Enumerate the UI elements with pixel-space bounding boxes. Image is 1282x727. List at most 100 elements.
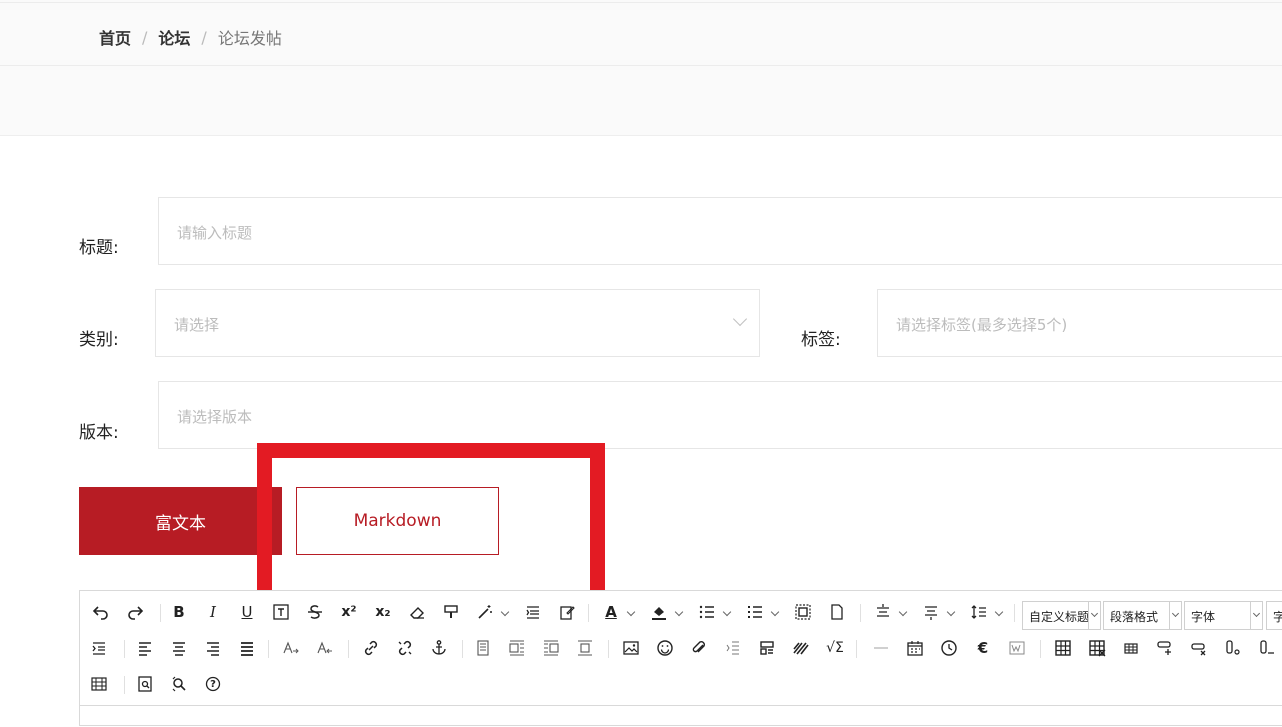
merge-cells-icon[interactable] (86, 671, 112, 697)
text-direction-ltr-icon[interactable] (278, 635, 304, 661)
toolbar-divider (124, 676, 125, 694)
tags-select[interactable]: 请选择标签(最多选择5个) (877, 289, 1282, 357)
bold-icon[interactable]: B (166, 599, 192, 625)
custom-heading-select[interactable]: 自定义标题 (1022, 601, 1101, 630)
line-height-icon[interactable] (966, 599, 992, 625)
emoji-icon[interactable] (652, 635, 678, 661)
delete-row-icon[interactable] (1186, 635, 1212, 661)
background-color-icon[interactable] (646, 599, 672, 625)
template-icon[interactable] (754, 635, 780, 661)
editor-content-area[interactable] (80, 705, 1282, 727)
select-all-icon[interactable] (790, 599, 816, 625)
quote-block-icon[interactable] (520, 599, 546, 625)
breadcrumb-separator: / (201, 27, 207, 47)
chevron-down-icon[interactable] (626, 607, 636, 617)
special-characters-icon[interactable]: € (970, 635, 996, 661)
redo-icon[interactable] (122, 599, 148, 625)
page-break-icon[interactable] (720, 635, 746, 661)
row-spacing-bottom-icon[interactable] (918, 599, 944, 625)
rich-text-button[interactable]: 富文本 (79, 487, 282, 555)
page-header: 首页 / 论坛 / 论坛发帖 (0, 0, 1282, 136)
category-placeholder: 请选择 (174, 316, 220, 334)
paste-plain-icon[interactable] (554, 599, 580, 625)
image-none-icon[interactable] (470, 635, 496, 661)
font-color-icon[interactable]: A (598, 599, 624, 625)
insert-paragraph-before-table-icon[interactable] (1118, 635, 1144, 661)
unlink-icon[interactable] (392, 635, 418, 661)
date-icon[interactable] (902, 635, 928, 661)
image-right-icon[interactable] (538, 635, 564, 661)
version-placeholder: 请选择版本 (177, 408, 253, 426)
font-size-value: 字 (1273, 610, 1282, 624)
ordered-list-icon[interactable] (694, 599, 720, 625)
italic-icon[interactable]: I (200, 599, 226, 625)
align-right-icon[interactable] (200, 635, 226, 661)
delete-table-icon[interactable] (1084, 635, 1110, 661)
markdown-button[interactable]: Markdown (296, 487, 499, 555)
toolbar-divider (1040, 640, 1041, 658)
image-left-icon[interactable] (504, 635, 530, 661)
align-left-icon[interactable] (132, 635, 158, 661)
category-select[interactable]: 请选择 (155, 289, 760, 357)
formula-icon[interactable]: √Σ (822, 635, 848, 661)
insert-column-icon[interactable] (1220, 635, 1246, 661)
link-icon[interactable] (358, 635, 384, 661)
toolbar-divider (268, 640, 269, 658)
breadcrumb-home[interactable]: 首页 (99, 25, 131, 49)
clear-document-icon[interactable] (824, 599, 850, 625)
border-text-icon[interactable] (268, 599, 294, 625)
version-select[interactable]: 请选择版本 (158, 381, 1282, 449)
align-center-icon[interactable] (166, 635, 192, 661)
chevron-down-icon[interactable] (722, 607, 732, 617)
insert-row-icon[interactable] (1152, 635, 1178, 661)
tags-placeholder: 请选择标签(最多选择5个) (896, 316, 1068, 334)
chevron-down-icon[interactable] (994, 607, 1004, 617)
font-size-select[interactable]: 字 (1266, 601, 1282, 630)
attachment-icon[interactable] (686, 635, 712, 661)
chevron-down-icon (1169, 602, 1181, 629)
title-input[interactable]: 请输入标题 (158, 197, 1282, 265)
insert-image-icon[interactable] (618, 635, 644, 661)
chevron-down-icon[interactable] (500, 607, 510, 617)
toolbar-divider (588, 604, 589, 622)
help-icon[interactable]: ? (200, 671, 226, 697)
insert-table-icon[interactable] (1050, 635, 1076, 661)
horizontal-rule-icon[interactable] (868, 635, 894, 661)
subscript-icon[interactable]: x₂ (370, 599, 396, 625)
align-justify-icon[interactable] (234, 635, 260, 661)
chevron-down-icon[interactable] (946, 607, 956, 617)
paragraph-format-select[interactable]: 段落格式 (1103, 601, 1182, 630)
chevron-down-icon[interactable] (674, 607, 684, 617)
unordered-list-icon[interactable] (742, 599, 768, 625)
title-placeholder: 请输入标题 (177, 224, 253, 242)
magic-wand-icon[interactable] (472, 599, 498, 625)
word-image-icon[interactable] (1004, 635, 1030, 661)
row-spacing-top-icon[interactable] (870, 599, 896, 625)
toolbar-divider (608, 640, 609, 658)
rich-text-editor: B I U x² x₂ A 自定义标题 段落格式 字体 √Σ € ? (79, 590, 1282, 726)
indent-icon[interactable] (86, 635, 112, 661)
version-label: 版本: (79, 423, 119, 443)
search-replace-icon[interactable] (166, 671, 192, 697)
underline-icon[interactable]: U (234, 599, 260, 625)
undo-icon[interactable] (88, 599, 114, 625)
font-family-select[interactable]: 字体 (1184, 601, 1263, 630)
toolbar-divider (1014, 604, 1015, 622)
anchor-icon[interactable] (426, 635, 452, 661)
toolbar-divider (160, 604, 161, 622)
superscript-icon[interactable]: x² (336, 599, 362, 625)
eraser-icon[interactable] (404, 599, 430, 625)
custom-heading-value: 自定义标题 (1029, 610, 1090, 624)
text-direction-rtl-icon[interactable] (312, 635, 338, 661)
chevron-down-icon[interactable] (898, 607, 908, 617)
format-painter-icon[interactable] (438, 599, 464, 625)
background-pattern-icon[interactable] (788, 635, 814, 661)
preview-icon[interactable] (132, 671, 158, 697)
clock-icon[interactable] (936, 635, 962, 661)
strikethrough-icon[interactable] (302, 599, 328, 625)
delete-column-icon[interactable] (1254, 635, 1280, 661)
toolbar-divider (462, 640, 463, 658)
image-center-icon[interactable] (572, 635, 598, 661)
chevron-down-icon[interactable] (770, 607, 780, 617)
breadcrumb-forum[interactable]: 论坛 (158, 25, 190, 49)
